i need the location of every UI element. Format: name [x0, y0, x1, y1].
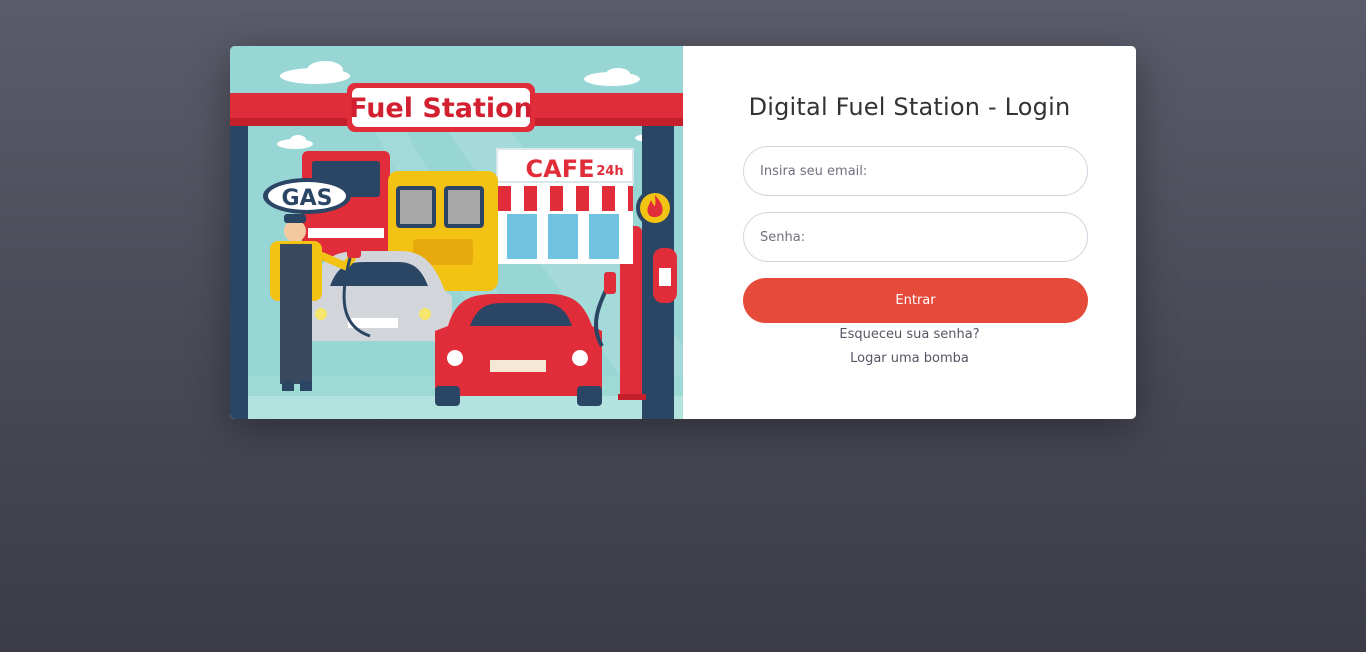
- page-title: Digital Fuel Station - Login: [748, 93, 1071, 121]
- login-form-panel: Digital Fuel Station - Login Entrar Esqu…: [683, 46, 1136, 419]
- cafe-hours: 24h: [596, 164, 623, 179]
- flame-icon: [636, 189, 674, 227]
- fuel-station-illustration: Fuel Station CAFE 24h GAS: [230, 46, 683, 419]
- pump-login-link[interactable]: Logar uma bomba: [683, 351, 1136, 366]
- email-field[interactable]: [743, 146, 1088, 196]
- cafe-awning: [497, 186, 633, 211]
- cafe-sign: CAFE: [526, 155, 595, 183]
- login-card: Fuel Station CAFE 24h GAS Digital Fuel S…: [230, 46, 1136, 419]
- svg-text:GAS: GAS: [282, 186, 333, 211]
- fuel-station-sign: Fuel Station: [349, 93, 533, 124]
- password-field[interactable]: [743, 212, 1088, 262]
- forgot-password-link[interactable]: Esqueceu sua senha?: [683, 327, 1136, 342]
- gas-sign: GAS: [263, 178, 351, 214]
- login-button[interactable]: Entrar: [743, 278, 1088, 323]
